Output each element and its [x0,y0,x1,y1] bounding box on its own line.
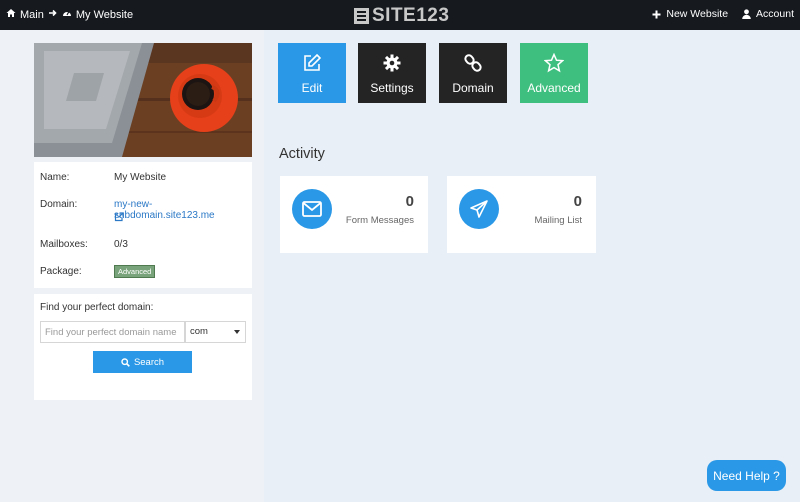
settings-button[interactable]: Settings [358,43,426,103]
domain-search-button[interactable]: Search [93,351,192,373]
breadcrumb-my-website[interactable]: My Website [76,9,133,21]
package-badge: Advanced [114,265,156,278]
activity-heading: Activity [279,146,325,162]
paper-plane-icon [459,189,499,229]
form-messages-count: 0 [405,193,414,210]
arrow-right-icon [48,8,58,21]
gear-icon [383,54,401,72]
mailboxes-value: 0/3 [114,239,128,250]
tld-selected-value: com [190,326,208,337]
advanced-button[interactable]: Advanced [520,43,588,103]
new-website-button[interactable]: New Website [652,8,728,20]
external-link-icon[interactable] [114,212,124,225]
link-icon [464,54,482,72]
form-messages-label: Form Messages [345,215,414,226]
site123-logo[interactable]: SITE123 [354,5,449,27]
star-icon [544,53,564,73]
envelope-icon [292,189,332,229]
dashboard-icon [62,8,72,21]
domain-button[interactable]: Domain [439,43,507,103]
logo-mark-icon [354,8,369,24]
domain-search-panel: Find your perfect domain: com Search [34,294,252,400]
home-icon [6,8,16,21]
edit-icon [304,53,322,71]
package-label: Package: [40,266,82,277]
domain-link[interactable]: my-new-subdomain.site123.me [114,199,252,221]
domain-label: Domain: [40,199,78,210]
mailing-list-label: Mailing List [534,215,582,226]
name-value: My Website [114,172,167,183]
account-button[interactable]: Account [742,8,794,20]
mailing-list-card[interactable]: 0 Mailing List [447,176,596,253]
domain-search-input[interactable] [40,321,185,343]
user-icon [742,9,751,19]
search-icon [121,357,130,367]
form-messages-card[interactable]: 0 Form Messages [280,176,428,253]
website-thumbnail[interactable] [34,43,252,157]
name-label: Name: [40,172,70,183]
mailboxes-label: Mailboxes: [40,239,88,250]
breadcrumb: Main My Website [6,8,133,21]
need-help-button[interactable]: Need Help ? [707,460,786,491]
plus-icon [652,10,661,18]
tld-select[interactable]: com [185,321,246,343]
site-info-panel: Name: My Website Domain: my-new-subdomai… [34,162,252,288]
top-navbar: Main My Website SITE123 New Website Acco… [0,0,800,30]
domain-search-title: Find your perfect domain: [40,302,154,313]
breadcrumb-main[interactable]: Main [20,9,44,21]
edit-button[interactable]: Edit [278,43,346,103]
mailing-list-count: 0 [573,193,582,210]
caret-down-icon [234,330,240,334]
